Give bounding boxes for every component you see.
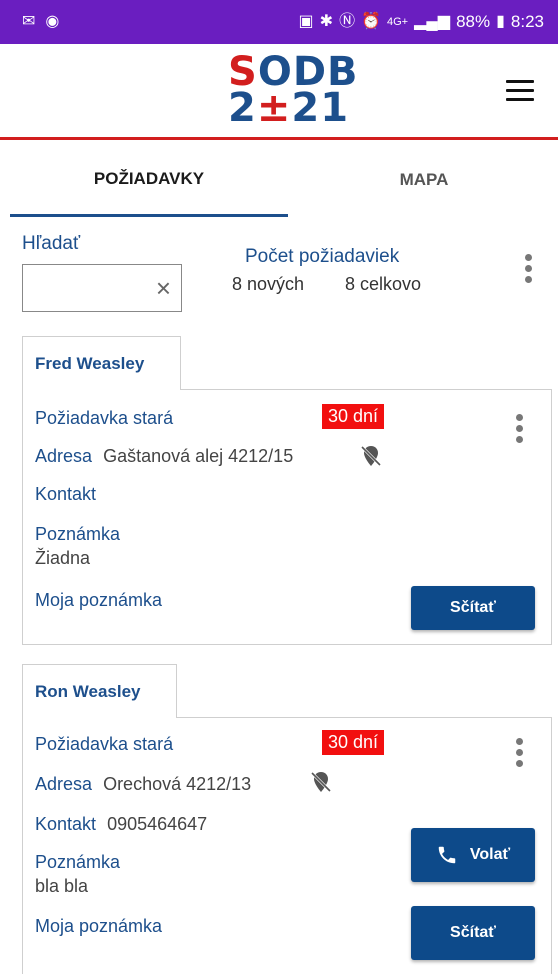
lock-icon: ▣: [298, 13, 314, 30]
call-button[interactable]: Volať: [411, 828, 535, 882]
battery-percent: 88%: [456, 12, 491, 31]
count-button[interactable]: Sčítať: [411, 586, 535, 630]
app-header: SODB 2±21: [0, 44, 558, 140]
address-row: Adresa Gaštanová alej 4212/15: [35, 446, 293, 467]
search-input[interactable]: ×: [22, 264, 182, 312]
count-button[interactable]: Sčítať: [411, 906, 535, 960]
request-card: Požiadavka stará 30 dní Adresa Gaštanová…: [22, 389, 552, 645]
tab-requests[interactable]: POŽIADAVKY: [10, 143, 288, 217]
bluetooth-icon: ✱: [319, 13, 334, 30]
address-label: Adresa: [35, 446, 93, 466]
sodb-logo: SODB 2±21: [228, 49, 359, 131]
mail-icon: ✉: [22, 13, 36, 30]
note-value: Žiadna: [35, 548, 91, 568]
search-label: Hľadať: [22, 233, 81, 254]
tab-map[interactable]: MAPA: [300, 143, 548, 217]
call-button-label: Volať: [469, 846, 511, 863]
my-note-link[interactable]: Moja poznámka: [35, 916, 162, 937]
note-label: Poznámka: [35, 852, 121, 872]
requester-name-tab[interactable]: Fred Weasley: [22, 336, 181, 390]
network-type: 4G+: [387, 16, 409, 28]
address-value: Gaštanová alej 4212/15: [103, 446, 294, 466]
my-note-link[interactable]: Moja poznámka: [35, 590, 162, 611]
alarm-icon: ⏰: [361, 13, 381, 30]
total-count: 8 celkovo: [345, 274, 422, 294]
address-row: Adresa Orechová 4212/13: [35, 774, 251, 795]
address-value: Orechová 4212/13: [103, 774, 252, 794]
tab-bar: POŽIADAVKY MAPA: [0, 143, 558, 217]
note-label: Poznámka: [35, 524, 121, 544]
battery-icon: ▮: [496, 13, 505, 30]
age-badge: 30 dní: [322, 730, 385, 755]
note-value: bla bla: [35, 876, 89, 896]
contact-label: Kontakt: [35, 814, 97, 834]
request-age-label: Požiadavka stará: [35, 408, 174, 428]
menu-icon[interactable]: [506, 80, 534, 102]
account-icon: ◉: [45, 13, 60, 30]
status-bar: ✉ ◉ ▣ ✱ Ⓝ ⏰ 4G+ ▂▄▆ 88% ▮ 8:23: [0, 0, 558, 44]
clock: 8:23: [510, 12, 544, 31]
contact-row: Kontakt 0905464647: [35, 814, 207, 835]
request-card: Požiadavka stará 30 dní Adresa Orechová …: [22, 717, 552, 974]
address-label: Adresa: [35, 774, 93, 794]
phone-icon: [438, 846, 456, 864]
new-count: 8 nových: [232, 274, 305, 294]
location-off-icon[interactable]: [359, 444, 383, 468]
request-age-label: Požiadavka stará: [35, 734, 174, 754]
request-count-title: Počet požiadaviek: [245, 246, 400, 267]
clear-icon[interactable]: ×: [156, 275, 171, 301]
card-more-icon[interactable]: [509, 738, 529, 772]
location-off-icon[interactable]: [309, 770, 333, 794]
age-badge: 30 dní: [322, 404, 385, 429]
contact-value[interactable]: 0905464647: [107, 814, 207, 834]
card-more-icon[interactable]: [509, 414, 529, 448]
contact-label: Kontakt: [35, 484, 97, 504]
more-options-icon[interactable]: [518, 254, 538, 288]
signal-icon: ▂▄▆: [414, 13, 451, 30]
requester-name-tab[interactable]: Ron Weasley: [22, 664, 177, 718]
nfc-icon: Ⓝ: [339, 13, 356, 30]
